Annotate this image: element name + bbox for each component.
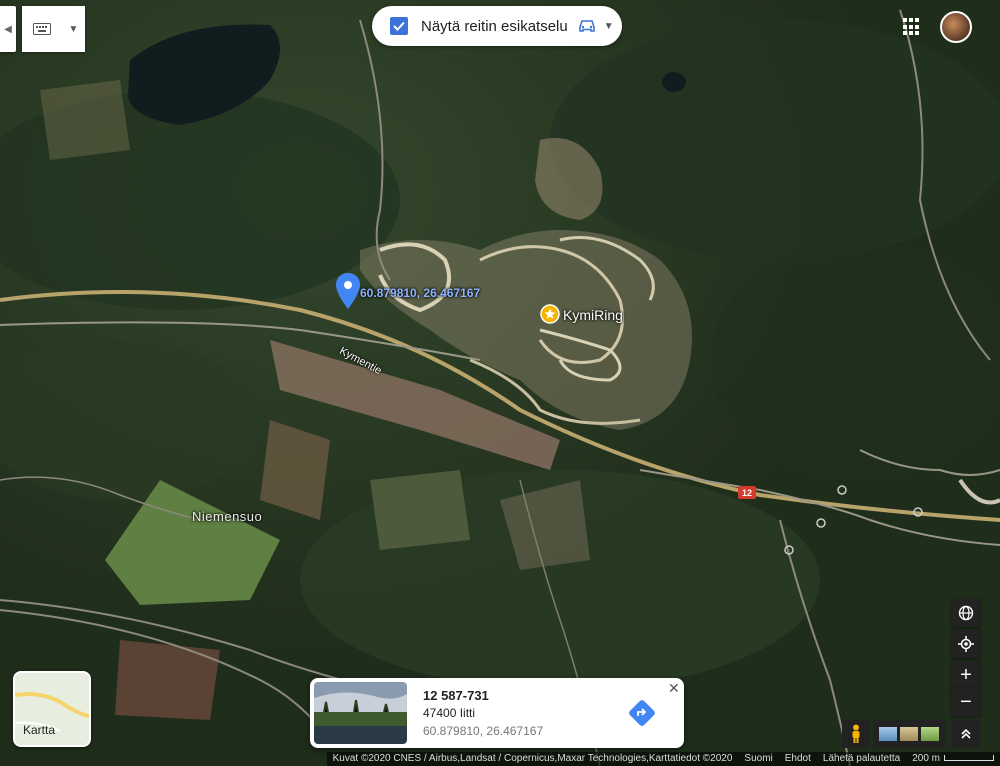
input-tools[interactable]: ▼ bbox=[22, 6, 85, 52]
route-preview-checkbox[interactable] bbox=[390, 17, 408, 35]
location-photo[interactable] bbox=[314, 682, 407, 744]
chevron-up-icon bbox=[961, 728, 971, 739]
route-preview-label: Näytä reitin esikatselu bbox=[421, 17, 568, 35]
country-link[interactable]: Suomi bbox=[738, 752, 779, 766]
layers-selector[interactable] bbox=[873, 720, 945, 748]
terms-link[interactable]: Ehdot bbox=[778, 752, 817, 766]
close-icon[interactable]: ✕ bbox=[668, 680, 680, 697]
poi-star-icon[interactable] bbox=[540, 304, 560, 324]
location-title: 12 587-731 bbox=[423, 688, 489, 703]
globe-view-button[interactable] bbox=[952, 599, 980, 627]
map-type-thumbnail[interactable]: Kartta bbox=[13, 671, 91, 747]
dropped-pin-icon[interactable] bbox=[336, 273, 360, 309]
directions-icon[interactable] bbox=[628, 699, 656, 727]
satellite-map[interactable] bbox=[0, 0, 1000, 766]
scale-label: 200 m bbox=[912, 753, 940, 764]
keyboard-icon[interactable] bbox=[22, 23, 62, 35]
traffic-layer-thumbnail[interactable] bbox=[921, 727, 940, 741]
pegman-button[interactable] bbox=[842, 720, 870, 748]
car-icon[interactable] bbox=[578, 19, 596, 33]
location-address: 47400 Iitti bbox=[423, 706, 476, 720]
collapse-panel-button[interactable]: ◀ bbox=[0, 6, 16, 52]
expand-layers-button[interactable] bbox=[952, 720, 980, 748]
pegman-icon bbox=[852, 724, 860, 743]
globe-icon bbox=[958, 605, 974, 621]
imagery-attribution: Kuvat ©2020 CNES / Airbus,Landsat / Cope… bbox=[326, 752, 739, 766]
attribution-bar: Kuvat ©2020 CNES / Airbus,Landsat / Cope… bbox=[0, 752, 1000, 766]
avatar[interactable] bbox=[940, 11, 972, 43]
road-shield: 12 bbox=[738, 486, 756, 499]
my-location-button[interactable] bbox=[952, 630, 980, 658]
location-coords[interactable]: 60.879810, 26.467167 bbox=[423, 724, 543, 738]
chevron-down-icon[interactable]: ▼ bbox=[62, 24, 85, 35]
scale-indicator[interactable]: 200 m bbox=[906, 752, 1000, 766]
map-type-label: Kartta bbox=[23, 723, 56, 737]
poi-kymiring-label[interactable]: KymiRing bbox=[563, 307, 623, 323]
terrain-layer-thumbnail[interactable] bbox=[878, 727, 897, 741]
send-feedback-link[interactable]: Lähetä palautetta bbox=[816, 752, 907, 766]
zoom-in-button[interactable]: + bbox=[952, 661, 980, 689]
apps-grid-icon[interactable] bbox=[903, 18, 921, 36]
dropped-pin-coords-label[interactable]: 60.879810, 26.467167 bbox=[360, 286, 480, 300]
zoom-out-button[interactable]: − bbox=[952, 688, 980, 716]
scale-bar bbox=[944, 755, 994, 762]
my-location-icon bbox=[958, 636, 974, 652]
satellite-layer-thumbnail[interactable] bbox=[899, 727, 918, 741]
travel-mode-dropdown-icon[interactable]: ▼ bbox=[604, 21, 614, 32]
location-info-card[interactable]: 12 587-731 47400 Iitti 60.879810, 26.467… bbox=[310, 678, 684, 748]
place-label: Niemensuo bbox=[192, 509, 263, 524]
route-preview-toggle[interactable]: Näytä reitin esikatselu ▼ bbox=[372, 6, 622, 46]
